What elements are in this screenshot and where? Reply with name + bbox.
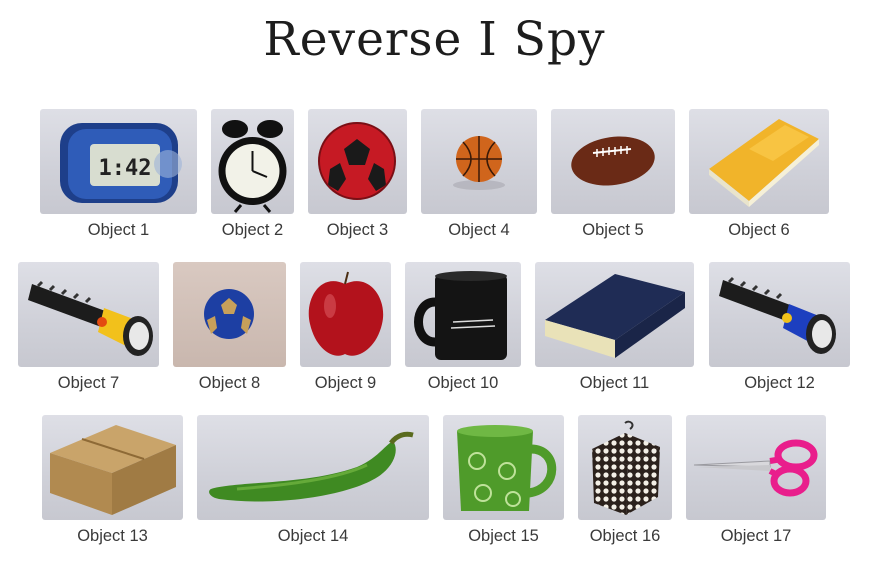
object-label: Object 10 xyxy=(427,374,499,392)
blue-flashlight-icon xyxy=(709,262,850,367)
object-label: Object 14 xyxy=(277,527,349,545)
object-label: Object 16 xyxy=(589,527,661,545)
object-label: Object 4 xyxy=(448,221,510,239)
object-label: Object 12 xyxy=(744,374,815,392)
red-apple-icon xyxy=(300,262,391,367)
object-card-5[interactable]: Object 5 xyxy=(551,109,675,244)
alarm-clock-radio-icon: 1:42 xyxy=(40,109,197,214)
mini-basketball-icon xyxy=(421,109,537,214)
object-card-17[interactable]: Object 17 xyxy=(686,415,826,550)
object-label: Object 2 xyxy=(221,221,284,239)
clock-display: 1:42 xyxy=(99,156,152,181)
object-card-2[interactable]: Object 2 xyxy=(211,109,294,244)
object-label: Object 7 xyxy=(57,374,120,392)
object-card-10[interactable]: Object 10 xyxy=(405,262,521,397)
object-label: Object 1 xyxy=(87,221,150,239)
red-black-soccer-ball-icon xyxy=(308,109,407,214)
object-label: Object 8 xyxy=(198,374,261,392)
object-card-16[interactable]: Object 16 xyxy=(578,415,672,550)
object-label: Object 9 xyxy=(314,374,377,392)
black-mug-icon xyxy=(405,262,521,367)
yellow-textbook-icon xyxy=(689,109,829,214)
object-card-3[interactable]: Object 3 xyxy=(308,109,407,244)
object-card-15[interactable]: Object 15 xyxy=(443,415,564,550)
object-label: Object 6 xyxy=(728,221,790,239)
object-card-6[interactable]: Object 6 xyxy=(689,109,829,244)
object-label: Object 5 xyxy=(582,221,644,239)
yellow-flashlight-icon xyxy=(18,262,159,367)
object-card-11[interactable]: Object 11 xyxy=(535,262,694,397)
object-label: Object 3 xyxy=(326,221,389,239)
object-card-9[interactable]: Object 9 xyxy=(300,262,391,397)
object-card-7[interactable]: Object 7 xyxy=(18,262,159,397)
object-card-12[interactable]: Object 12 xyxy=(709,262,850,397)
page-title: Reverse I Spy xyxy=(263,12,606,67)
object-card-1[interactable]: 1:42 Object 1 xyxy=(40,109,197,244)
object-label: Object 17 xyxy=(720,527,792,545)
object-card-13[interactable]: Object 13 xyxy=(42,415,183,550)
object-label: Object 13 xyxy=(77,527,148,545)
object-label: Object 15 xyxy=(468,527,539,545)
navy-book-icon xyxy=(535,262,694,367)
american-football-icon xyxy=(551,109,675,214)
pink-scissors-icon xyxy=(686,415,826,520)
blue-gold-ball-icon xyxy=(173,262,286,367)
green-peace-mug-icon xyxy=(443,415,564,520)
object-card-14[interactable]: Object 14 xyxy=(197,415,429,550)
object-card-8[interactable]: Object 8 xyxy=(173,262,286,397)
object-card-4[interactable]: Object 4 xyxy=(421,109,537,244)
twin-bell-alarm-clock-icon xyxy=(211,109,294,214)
object-label: Object 11 xyxy=(579,374,650,392)
cardboard-box-icon xyxy=(42,415,183,520)
green-chili-pepper-icon xyxy=(197,415,429,520)
patterned-box-icon xyxy=(578,415,672,520)
